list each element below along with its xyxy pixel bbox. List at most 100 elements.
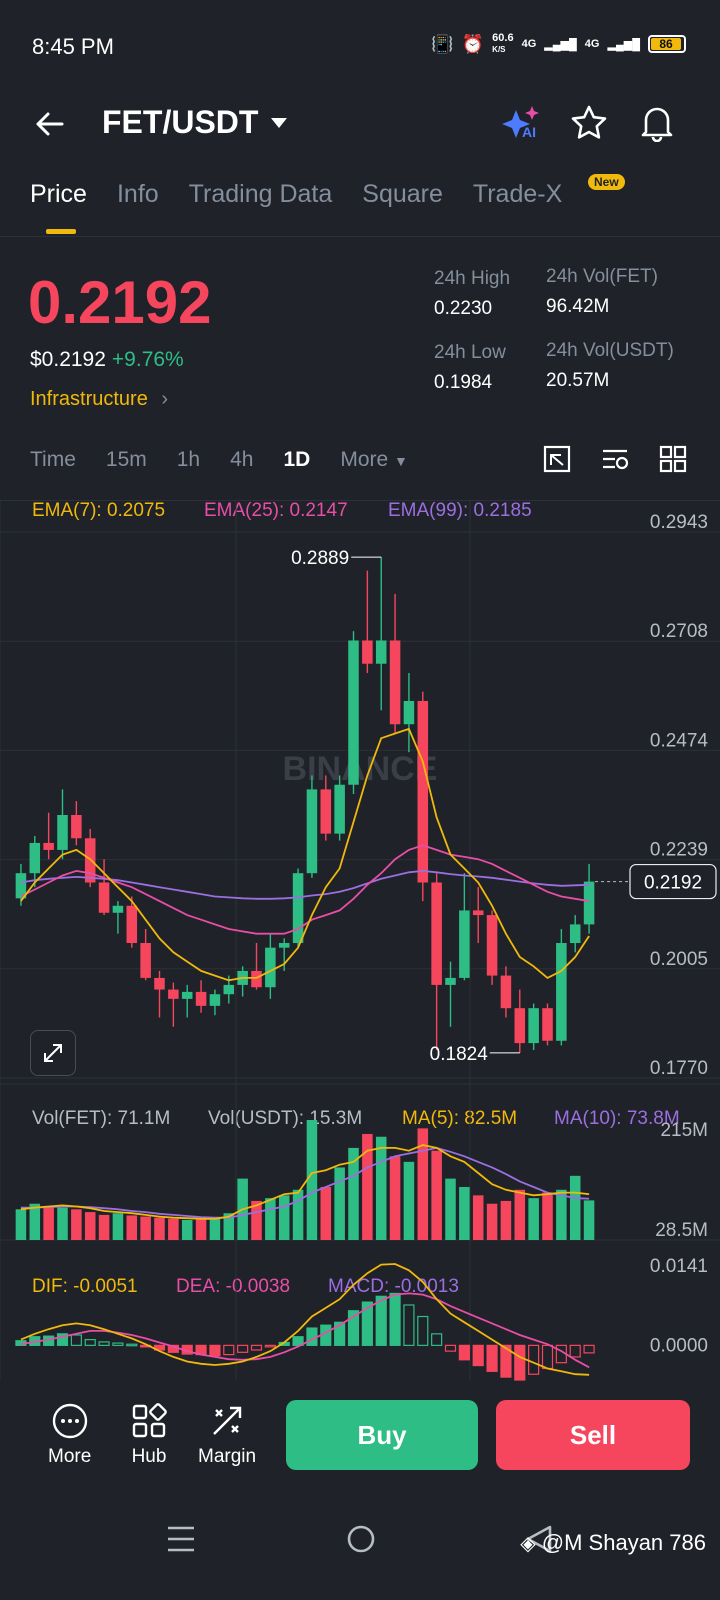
candle-body	[43, 842, 54, 850]
expand-chart-icon[interactable]	[30, 1030, 76, 1076]
candle-body	[57, 815, 68, 850]
last-price: 0.2192	[28, 269, 212, 336]
volume-bar	[431, 1150, 442, 1240]
candle-body	[98, 882, 110, 913]
status-icons: 📳 ⏰ 60.6 K/S 4G ▂▄▆█ 4G ▂▄▆█ 86	[431, 33, 686, 55]
divider	[0, 236, 720, 237]
macd-histogram-bar	[250, 1344, 263, 1351]
candle-body	[292, 873, 304, 944]
hub-icon	[132, 1403, 167, 1438]
tab-square[interactable]: Square	[362, 180, 443, 209]
volume-bar	[403, 1161, 415, 1240]
bell-icon[interactable]	[638, 102, 676, 142]
home-icon[interactable]	[346, 1524, 376, 1554]
candle-body	[320, 789, 332, 834]
signal-2: 4G	[584, 38, 600, 50]
volume-bar	[209, 1217, 221, 1240]
candle-body	[140, 943, 151, 978]
candle-body	[583, 881, 595, 925]
candle-body	[528, 1008, 539, 1044]
price-axis-label: 0.2708	[650, 621, 708, 642]
indicator-settings-icon[interactable]	[600, 444, 630, 474]
candle-body	[181, 991, 193, 999]
volume-bar	[98, 1214, 110, 1240]
macd-histogram-bar	[417, 1315, 429, 1346]
caret-down-icon	[270, 117, 288, 129]
hub-button[interactable]: Hub	[130, 1402, 168, 1468]
pair-selector[interactable]: FET/USDT	[102, 104, 288, 141]
candle-body	[278, 943, 290, 948]
interval-more[interactable]: More ▼	[340, 448, 408, 472]
tab-trade-x[interactable]: Trade-X	[473, 180, 562, 209]
recent-apps-icon[interactable]	[166, 1524, 196, 1554]
macd-histogram-bar	[98, 1341, 110, 1346]
signal-icon-2: ▂▄▆█	[607, 38, 640, 51]
macd-axis-label: 0.0141	[650, 1256, 708, 1277]
candle-body	[29, 842, 41, 874]
new-badge: New	[588, 174, 625, 190]
star-icon[interactable]	[570, 104, 608, 142]
signal-icon-1: ▂▄▆█	[544, 38, 577, 51]
volume-axis-label: 28.5M	[655, 1220, 708, 1241]
interval-time[interactable]: Time	[30, 448, 76, 472]
more-button[interactable]: More	[48, 1402, 91, 1468]
sell-button[interactable]: Sell	[496, 1400, 690, 1470]
candle-body	[223, 984, 235, 995]
category-link[interactable]: Infrastructure ›	[30, 388, 168, 411]
candle-body	[306, 789, 318, 874]
volume-bar	[57, 1207, 68, 1240]
volume-bar	[556, 1189, 567, 1240]
buy-button[interactable]: Buy	[286, 1400, 478, 1470]
candle-body	[126, 905, 138, 944]
candle-body	[362, 640, 373, 664]
candle-body	[71, 815, 82, 839]
layout-grid-icon[interactable]	[658, 444, 688, 474]
interval-4h[interactable]: 4h	[230, 448, 253, 472]
tab-trading-data[interactable]: Trading Data	[189, 180, 333, 209]
usd-price: $0.2192	[30, 348, 106, 371]
pair-title: FET/USDT	[102, 104, 259, 140]
price-axis-label: 0.2943	[650, 512, 708, 533]
tab-price[interactable]: Price	[30, 180, 87, 209]
ai-sparkle-icon[interactable]: AI	[500, 104, 544, 144]
stat-24h-vol-base: 24h Vol(FET) 96.42M	[546, 266, 658, 317]
volume-bar	[514, 1189, 526, 1240]
interval-1d[interactable]: 1D	[283, 448, 310, 472]
macd-histogram-bar	[458, 1344, 470, 1361]
margin-button[interactable]: Margin	[198, 1402, 256, 1468]
volume-bar	[195, 1218, 207, 1240]
candle-body	[375, 640, 387, 664]
volume-bar	[472, 1195, 484, 1240]
interval-15m[interactable]: 15m	[106, 448, 147, 472]
candle-body	[486, 915, 498, 976]
candle-body	[168, 989, 179, 999]
ai-label: AI	[522, 124, 536, 140]
volume-bar	[126, 1215, 138, 1240]
candle-body	[112, 905, 124, 913]
alarm-icon: ⏰	[461, 33, 485, 54]
interval-1h[interactable]: 1h	[177, 448, 200, 472]
price-axis-label: 0.2239	[650, 840, 708, 861]
candle-body	[445, 977, 456, 985]
macd-histogram-bar	[514, 1344, 526, 1381]
volume-bar	[292, 1189, 304, 1240]
volume-axis-label: 215M	[660, 1120, 708, 1141]
macd-histogram-bar	[223, 1344, 235, 1356]
volume-bar	[43, 1206, 54, 1240]
candle-body	[431, 882, 442, 985]
volume-bar	[375, 1136, 387, 1240]
macd-histogram-bar	[375, 1295, 387, 1346]
volume-bar	[278, 1195, 290, 1240]
depth-chart-icon[interactable]	[542, 444, 572, 474]
price-axis-label: 0.2474	[650, 730, 709, 751]
candlestick-chart[interactable]: BINANCE 0.2943 0.2708 0.2474 0.2239 0.2005 0.1…	[0, 500, 720, 1400]
candle-body	[459, 910, 470, 978]
candle-body	[500, 975, 512, 1009]
macd-histogram-bar	[472, 1344, 484, 1367]
volume-bar	[15, 1209, 27, 1240]
volume-bar	[168, 1218, 179, 1240]
macd-histogram-bar	[112, 1342, 124, 1346]
price-axis-label: 0.1770	[650, 1058, 708, 1079]
back-arrow-icon[interactable]	[30, 104, 70, 144]
tab-info[interactable]: Info	[117, 180, 159, 209]
